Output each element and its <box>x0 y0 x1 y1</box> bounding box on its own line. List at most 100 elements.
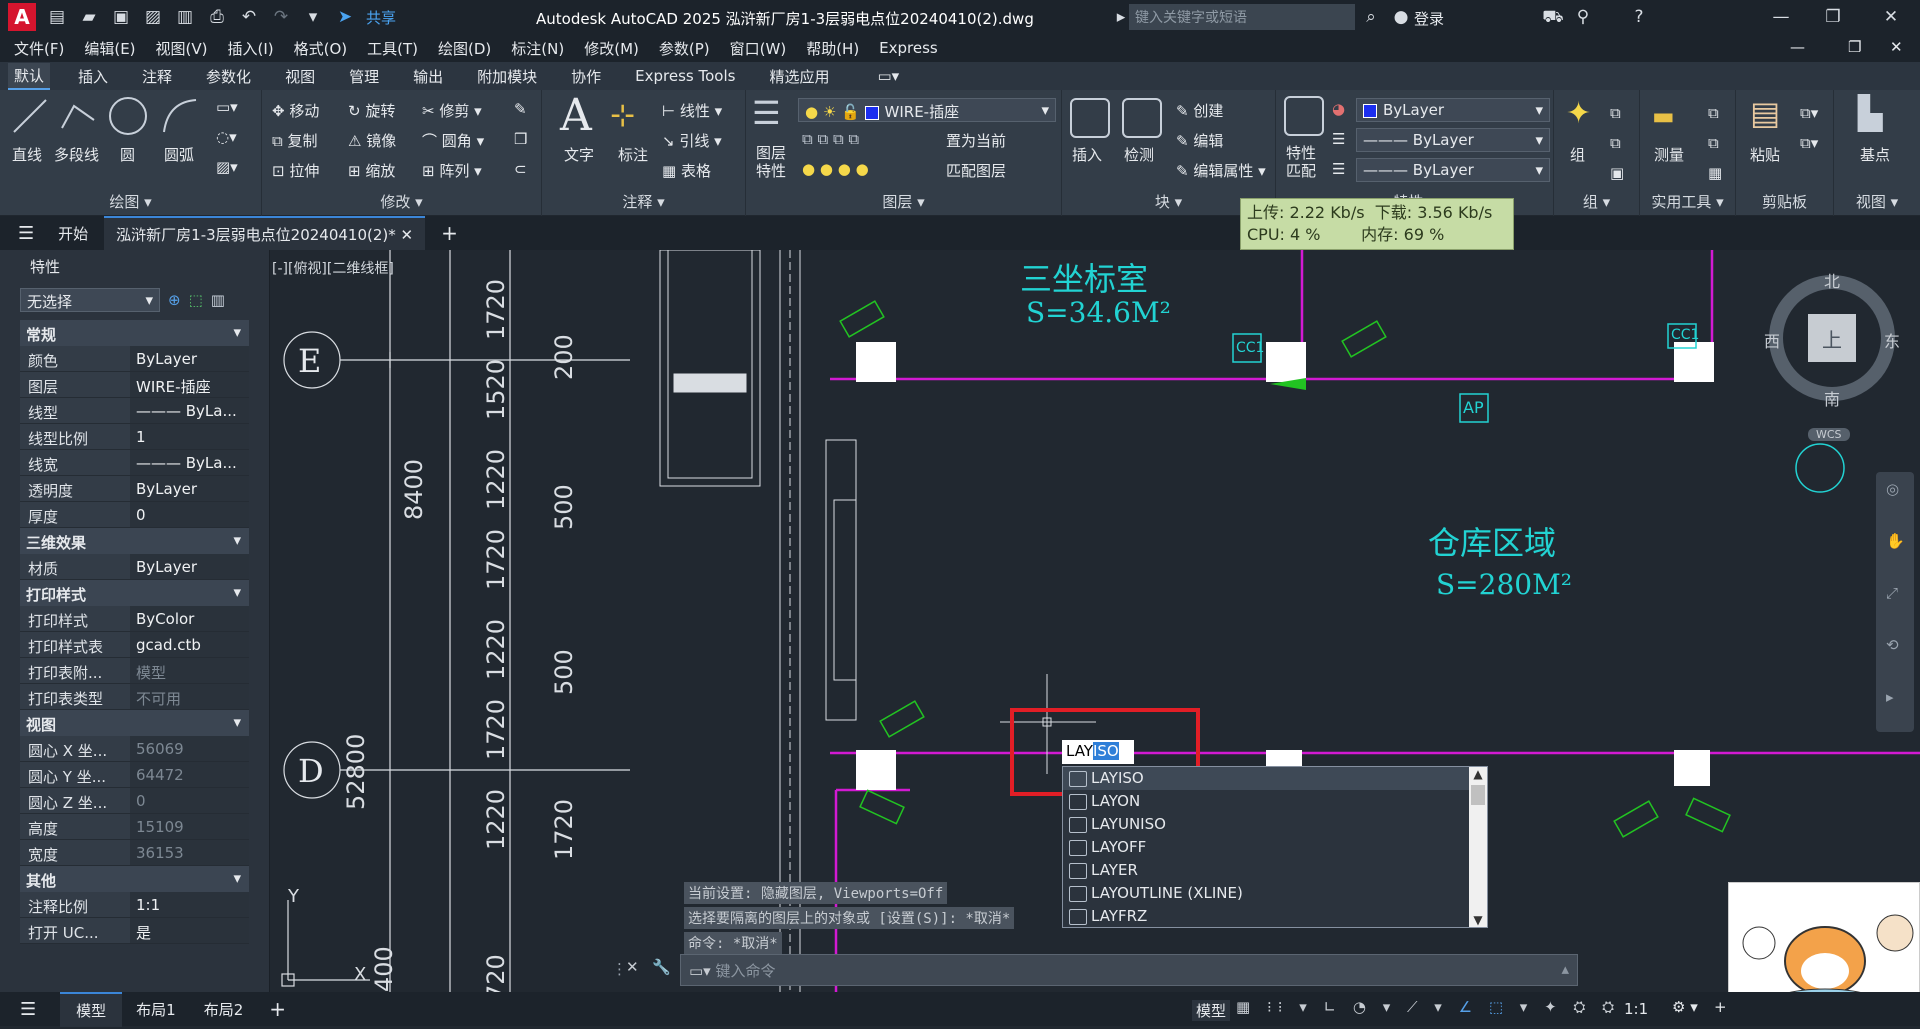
menu-parametric[interactable]: 参数(P) <box>659 38 710 59</box>
layer-properties-button[interactable]: 图层 特性 <box>756 144 786 180</box>
model-space-toggle[interactable]: 模型 <box>1192 1000 1231 1021</box>
zoom-extents-icon[interactable]: ⤢ <box>1886 584 1898 602</box>
panel-utilities-title[interactable]: 实用工具 ▾ <box>1640 191 1735 212</box>
close-command-line-icon[interactable]: ✕ <box>626 958 639 976</box>
color-wheel-icon[interactable]: ◕ <box>1332 100 1345 118</box>
help-icon[interactable]: ? <box>1628 6 1650 28</box>
autocomplete-scrollbar[interactable]: ▲ ▼ <box>1469 767 1487 927</box>
menu-window[interactable]: 窗口(W) <box>730 38 787 59</box>
annotation-scale[interactable]: 1:1 <box>1624 1000 1648 1018</box>
autodesk-a360-icon[interactable]: ⚲ <box>1572 6 1594 28</box>
property-row[interactable]: 高度 15109 <box>20 814 249 840</box>
utility-tools-icons[interactable]: ⧉ ⧉ ▦ <box>1708 98 1722 188</box>
section-header[interactable]: 视图 <box>20 710 249 736</box>
arc-button[interactable]: 圆弧 <box>164 144 194 165</box>
close-window-icon[interactable]: ✕ <box>1880 6 1902 28</box>
panel-groups-title[interactable]: 组 ▾ <box>1554 191 1639 212</box>
menu-file[interactable]: 文件(F) <box>14 38 64 59</box>
property-value[interactable]: ——— ByLa... <box>130 398 249 423</box>
user-icon[interactable]: ● <box>1390 6 1412 28</box>
panel-annotation-title[interactable]: 注释 ▾ <box>542 191 745 212</box>
property-row[interactable]: 打开 UC... 是 <box>20 918 249 944</box>
property-row[interactable]: 打印表类型 不可用 <box>20 684 249 710</box>
explode-icon[interactable]: ❒ <box>514 130 527 148</box>
tab-featured-apps[interactable]: 精选应用 <box>763 64 835 89</box>
base-point-button[interactable]: 基点 <box>1860 144 1890 165</box>
leader-button[interactable]: ↘ 引线 ▾ <box>662 130 722 151</box>
autocomplete-item[interactable]: LAYISO <box>1063 767 1487 790</box>
command-history-up-icon[interactable]: ▴ <box>1561 960 1569 978</box>
property-value[interactable]: 是 <box>130 918 249 943</box>
property-row[interactable]: 线型 ——— ByLa... <box>20 398 249 424</box>
drawing-tab[interactable]: 泓浒新厂房1-3层弱电点位20240410(2)* ✕ <box>104 215 426 251</box>
property-row[interactable]: 注释比例 1:1 <box>20 892 249 918</box>
tab-parametric[interactable]: 参数化 <box>200 64 257 89</box>
table-button[interactable]: ▦ 表格 <box>662 160 711 181</box>
restore-window-icon[interactable]: ❐ <box>1822 6 1844 28</box>
dynamic-input-field[interactable]: LAYISO <box>1062 740 1134 764</box>
move-button[interactable]: ✥ 移动 <box>272 100 319 121</box>
scale-button[interactable]: ⊞ 缩放 <box>348 160 395 181</box>
trim-button[interactable]: ✂ 修剪 ▾ <box>422 100 482 121</box>
circle-button[interactable]: 圆 <box>120 144 135 165</box>
property-row[interactable]: 圆心 Z 坐... 0 <box>20 788 249 814</box>
erase-icon[interactable]: ✎ <box>514 100 527 118</box>
property-value[interactable]: 1 <box>130 424 249 449</box>
menu-help[interactable]: 帮助(H) <box>806 38 859 59</box>
drawing-restore-icon[interactable]: ❐ <box>1848 38 1861 56</box>
panel-modify-title[interactable]: 修改 ▾ <box>262 191 541 212</box>
panel-clipboard-title[interactable]: 剪贴板 <box>1736 191 1833 212</box>
menu-insert[interactable]: 插入(I) <box>228 38 274 59</box>
viewcube-east[interactable]: 东 <box>1884 328 1900 352</box>
property-value[interactable]: ByLayer <box>130 346 249 371</box>
pan-icon[interactable]: ✋ <box>1886 532 1905 550</box>
panel-view-title[interactable]: 视图 ▾ <box>1834 191 1920 212</box>
rotate-button[interactable]: ↻ 旋转 <box>348 100 395 121</box>
command-line-input[interactable]: ▭▾ 键入命令 ▴ <box>680 954 1578 986</box>
property-value[interactable]: ByLayer <box>130 476 249 501</box>
new-tab-icon[interactable]: + <box>441 221 458 245</box>
offset-icon[interactable]: ⊂ <box>514 160 527 178</box>
property-row[interactable]: 圆心 Y 坐... 64472 <box>20 762 249 788</box>
close-tab-icon[interactable]: ✕ <box>401 226 414 244</box>
customize-icon[interactable]: 🔧 <box>652 958 671 976</box>
property-value[interactable]: ByColor <box>130 606 249 631</box>
match-properties-button[interactable]: 特性 匹配 <box>1286 144 1316 180</box>
autocomplete-item[interactable]: LAYON <box>1063 790 1487 813</box>
line-button[interactable]: 直线 <box>12 144 42 165</box>
status-plus-icon[interactable]: + <box>1714 998 1727 1016</box>
viewcube-north[interactable]: 北 <box>1824 268 1840 292</box>
app-logo[interactable]: A <box>8 3 36 31</box>
search-icon[interactable]: ⌕ <box>1360 6 1382 28</box>
steering-wheel-icon[interactable]: ◎ <box>1886 480 1899 498</box>
status-tools-icons[interactable]: ▦ ⁝⁝ ▾ ∟ ◔ ▾ ⟋ ▾ ∠ ⬚ ▾ ✦ ⛭ ⛭ <box>1236 998 1620 1016</box>
linetype-dropdown[interactable]: ——— ByLayer ▾ <box>1356 128 1550 152</box>
dimension-button[interactable]: 标注 <box>618 144 648 165</box>
layer-dropdown[interactable]: ● ☀ 🔓 WIRE-插座 ▾ <box>798 98 1056 122</box>
mirror-button[interactable]: ⚠ 镜像 <box>348 130 396 151</box>
property-row[interactable]: 线宽 ——— ByLa... <box>20 450 249 476</box>
login-button[interactable]: 登录 <box>1414 8 1444 29</box>
autocomplete-item[interactable]: LAYOFF <box>1063 836 1487 859</box>
tab-express-tools[interactable]: Express Tools <box>629 65 741 87</box>
showmotion-icon[interactable]: ▸ <box>1886 688 1894 706</box>
property-value[interactable]: 模型 <box>130 658 249 683</box>
save-icon[interactable]: ▣ <box>110 6 132 28</box>
menu-express[interactable]: Express <box>879 39 938 57</box>
autocomplete-item[interactable]: LAYOUTLINE (XLINE) <box>1063 882 1487 905</box>
redo-icon[interactable]: ↷ <box>270 6 292 28</box>
property-value[interactable]: ByLayer <box>130 554 249 579</box>
measure-button[interactable]: 测量 <box>1654 144 1684 165</box>
select-objects-icon[interactable]: ⬚ <box>189 291 203 309</box>
lineweight-dropdown[interactable]: ——— ByLayer ▾ <box>1356 158 1550 182</box>
layout2-tab[interactable]: 布局2 <box>190 993 258 1026</box>
property-row[interactable]: 图层 WIRE-插座 <box>20 372 249 398</box>
section-header[interactable]: 打印样式 <box>20 580 249 606</box>
add-layout-icon[interactable]: + <box>269 997 286 1021</box>
menu-dimension[interactable]: 标注(N) <box>511 38 564 59</box>
layer-tools-row1-icons[interactable]: ⧉ ⧉ ⧉ ⧉ <box>802 130 859 148</box>
section-header[interactable]: 其他 <box>20 866 249 892</box>
property-value[interactable]: 56069 <box>130 736 249 761</box>
property-row[interactable]: 透明度 ByLayer <box>20 476 249 502</box>
property-value[interactable]: ——— ByLa... <box>130 450 249 475</box>
